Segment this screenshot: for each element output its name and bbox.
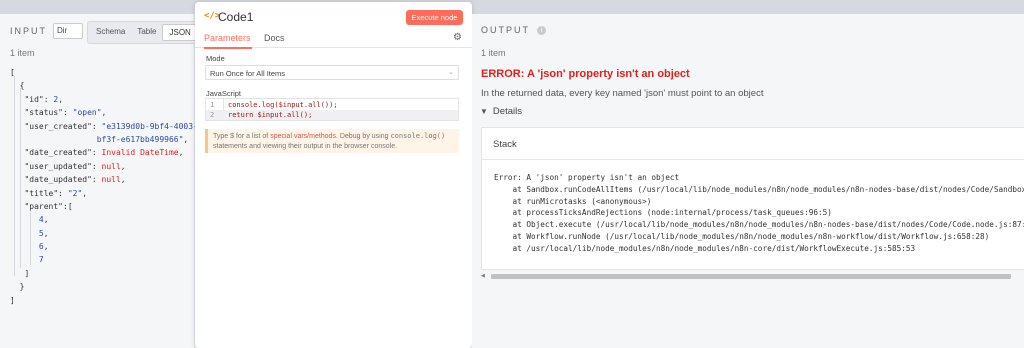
- mode-select[interactable]: Run Once for All Items ⌄: [205, 65, 459, 80]
- json-line: "title": "2",: [24, 188, 88, 198]
- javascript-label: JavaScript: [206, 89, 242, 98]
- hint-text: Type $ for a list of: [213, 133, 271, 140]
- json-line: 7: [10, 253, 198, 266]
- code-line: 2 return $input.all();: [206, 110, 458, 120]
- json-line: {: [10, 81, 25, 91]
- stack-line: at processTicksAndRejections (node:inter…: [494, 208, 832, 218]
- node-tabs: Parameters Docs: [195, 30, 472, 49]
- code-line: 1 console.log($input.all());: [206, 100, 458, 110]
- stack-line: at Workflow.runNode (/usr/local/lib/node…: [494, 231, 990, 241]
- tab-parameters[interactable]: Parameters: [204, 33, 251, 43]
- mode-select-value: Run Once for All Items: [210, 69, 286, 78]
- json-line: bf3f-e617bb499966",: [96, 134, 189, 144]
- node-header: </> Code1 Execute node: [195, 2, 472, 30]
- code-editor[interactable]: 1 console.log($input.all()); 2 return $i…: [205, 98, 459, 121]
- stack-card: Stack Error: A 'json' property isn't an …: [481, 127, 1024, 270]
- line-number: 2: [210, 111, 215, 119]
- json-array-item: 7: [38, 255, 44, 265]
- details-toggle[interactable]: ▼ Details: [480, 106, 522, 117]
- stack-line: at Object.execute (/usr/local/lib/node_m…: [494, 220, 1024, 230]
- json-line: [: [10, 68, 15, 77]
- error-description: In the returned data, every key named 'j…: [481, 88, 764, 99]
- json-line: "date_created": Invalid DateTime,: [24, 148, 184, 158]
- json-array-item: 6: [38, 242, 44, 252]
- stack-line: Error: A 'json' property isn't an object: [494, 173, 680, 182]
- input-view-tabs: Schema Table JSON: [87, 21, 201, 44]
- json-line: "user_created": "e3139d0b-9bf4-4003-: [24, 121, 198, 131]
- input-title: INPUT: [10, 26, 47, 36]
- code-text: return $input.all();: [228, 111, 313, 119]
- tab-json[interactable]: JSON: [162, 24, 198, 41]
- json-line: "user_updated": null,: [24, 161, 126, 171]
- json-value-id: 2: [53, 94, 59, 104]
- active-tab-indicator: [204, 47, 252, 49]
- stack-line: at /usr/local/lib/node_modules/n8n/node_…: [494, 243, 916, 253]
- chevron-down-icon: ⌄: [448, 69, 454, 76]
- tab-table[interactable]: Table: [131, 24, 162, 41]
- input-header: INPUT Dir: [10, 23, 83, 39]
- scrollbar-thumb[interactable]: [491, 274, 1011, 279]
- json-line: 5,: [38, 228, 49, 238]
- hint-box: Type $ for a list of special vars/method…: [205, 129, 459, 153]
- chevron-down-icon: ▼: [480, 107, 488, 116]
- json-value-date-updated: null: [101, 175, 121, 185]
- json-value-user-updated: null: [101, 161, 121, 171]
- json-line: ]: [10, 295, 15, 305]
- gear-icon[interactable]: ⚙: [453, 32, 462, 43]
- hint-code: console.log(): [390, 132, 446, 140]
- hint-text: . Debug by using: [335, 133, 391, 140]
- output-panel: OUTPUT i 1 item ERROR: A 'json' property…: [472, 14, 1024, 348]
- tab-docs[interactable]: Docs: [264, 33, 285, 43]
- node-title[interactable]: Code1: [218, 10, 253, 24]
- output-item-count: 1 item: [481, 48, 506, 58]
- json-value-user-created-cont: bf3f-e617bb499966": [96, 134, 184, 144]
- output-header: OUTPUT i: [481, 25, 546, 35]
- input-panel: INPUT Dir Schema Table JSON 1 item [ { "…: [0, 14, 201, 348]
- line-number: 1: [210, 101, 215, 109]
- json-value-date-created: Invalid DateTime: [101, 148, 179, 158]
- stack-title: Stack: [493, 139, 517, 150]
- json-line: "date_updated": null,: [24, 175, 126, 185]
- node-modal: </> Code1 Execute node Parameters Docs ⚙…: [195, 2, 472, 348]
- json-value-user-created: "e3139d0b-9bf4-4003-: [101, 121, 198, 131]
- json-line: 4,: [38, 215, 49, 225]
- json-value-status: "open": [72, 108, 102, 118]
- input-item-count: 1 item: [10, 48, 35, 58]
- json-line: "id": 2,: [24, 94, 64, 104]
- special-vars-link[interactable]: special vars/methods: [270, 133, 336, 140]
- json-view: [ { "id": 2, "status": "open", "user_cre…: [10, 66, 198, 307]
- json-line: "parent":[: [24, 201, 73, 211]
- stack-trace: Error: A 'json' property isn't an object…: [494, 172, 1024, 255]
- code-text: console.log($input.all());: [228, 101, 338, 109]
- canvas-backdrop: [0, 0, 1024, 14]
- json-value-title: "2": [67, 188, 83, 198]
- json-line: }: [10, 282, 25, 292]
- scroll-left-icon[interactable]: ◀: [481, 273, 485, 279]
- stack-line: at Sandbox.runCodeAllItems (/usr/local/l…: [494, 184, 1024, 194]
- details-label: Details: [492, 106, 522, 117]
- hint-text: statements and viewing their output in t…: [213, 142, 398, 150]
- json-line: "status": "open",: [24, 108, 107, 118]
- json-line: ]: [10, 268, 30, 278]
- stack-header: Stack: [482, 128, 1024, 160]
- json-array-item: 4: [38, 215, 44, 225]
- json-array-item: 5: [38, 228, 44, 238]
- info-icon[interactable]: i: [537, 25, 546, 35]
- json-line: 6,: [38, 242, 49, 252]
- mode-label: Mode: [206, 54, 225, 63]
- execute-node-button[interactable]: Execute node: [406, 10, 463, 25]
- output-title: OUTPUT: [481, 25, 530, 35]
- horizontal-scrollbar[interactable]: ◀: [481, 273, 1024, 280]
- input-node-select[interactable]: Dir: [53, 23, 83, 39]
- tab-schema[interactable]: Schema: [90, 24, 131, 41]
- error-title: ERROR: A 'json' property isn't an object: [481, 68, 690, 80]
- stack-line: at runMicrotasks (<anonymous>): [494, 196, 652, 206]
